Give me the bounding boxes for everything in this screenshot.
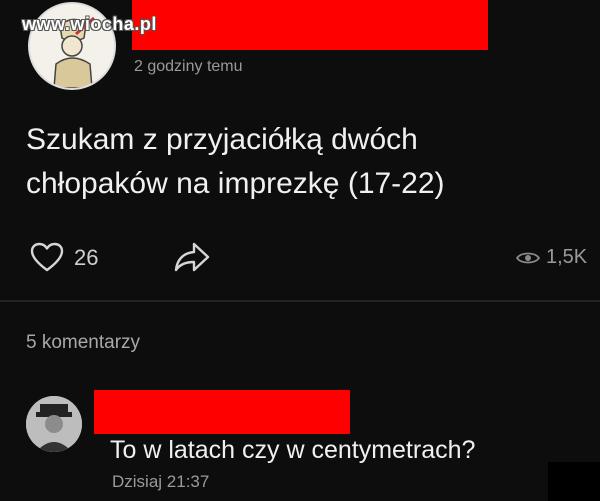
- corner-overlay: [548, 462, 600, 501]
- redacted-commenter-name: [94, 390, 350, 434]
- commenter-avatar[interactable]: [26, 396, 82, 452]
- redacted-username: [132, 0, 488, 50]
- comment-time: Dzisiaj 21:37: [112, 472, 210, 491]
- like-count: 26: [74, 245, 99, 270]
- comment-text: To w latach czy w centymetrach?: [110, 436, 476, 464]
- post-text: Szukam z przyjaciółką dwóch chłopaków na…: [26, 118, 566, 206]
- watermark: www.wiocha.pl: [22, 14, 157, 34]
- heart-icon[interactable]: [30, 242, 64, 272]
- comments-count[interactable]: 5 komentarzy: [26, 332, 140, 354]
- divider: [0, 300, 600, 302]
- post-text-line-1: Szukam z przyjaciółką dwóch: [26, 123, 418, 156]
- share-arrow-icon[interactable]: [172, 240, 212, 274]
- post-text-line-2: chłopaków na imprezkę (17-22): [26, 167, 445, 200]
- eye-icon: [515, 250, 541, 266]
- post-timestamp: 2 godziny temu: [134, 58, 243, 75]
- views-count: 1,5K: [546, 246, 588, 268]
- post-actions: 26 1,5K: [0, 238, 600, 278]
